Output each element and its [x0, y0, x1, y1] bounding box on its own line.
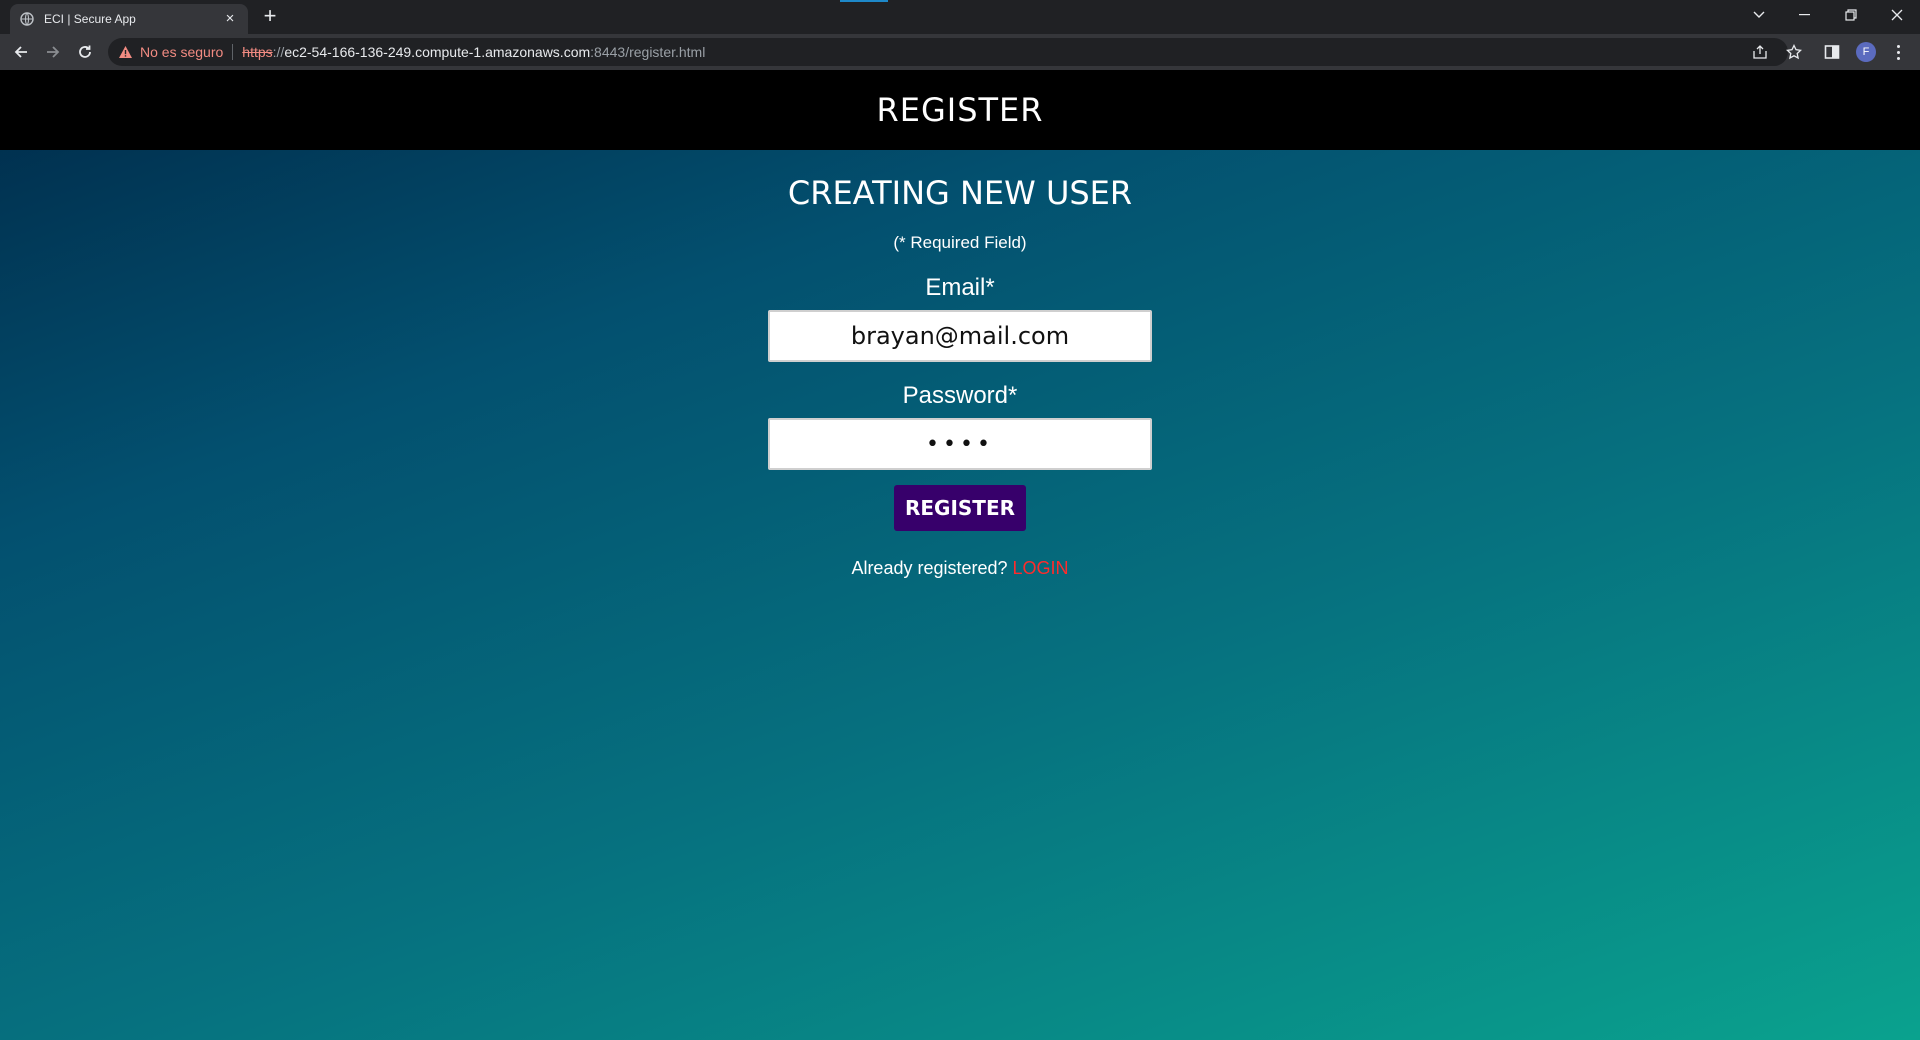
tab-strip-indicator [840, 0, 888, 2]
share-icon[interactable] [1752, 44, 1768, 60]
back-arrow-icon[interactable] [9, 40, 33, 64]
password-label: Password* [902, 382, 1018, 409]
password-field[interactable]: •••• [768, 418, 1152, 470]
side-panel-icon[interactable] [1822, 42, 1842, 62]
browser-menu-icon[interactable] [1890, 42, 1906, 62]
address-bar[interactable]: No es seguro https://ec2-54-166-136-249.… [108, 38, 1788, 66]
login-link[interactable]: LOGIN [1013, 558, 1069, 578]
browser-tab-bar: ECI | Secure App × + [0, 0, 1920, 34]
omnibox-divider [232, 44, 234, 60]
form-title: CREATING NEW USER [787, 174, 1133, 212]
tab-title: ECI | Secure App [44, 12, 136, 26]
security-warning-text: No es seguro [140, 44, 224, 60]
warning-triangle-icon [118, 45, 133, 59]
email-label: Email* [925, 274, 995, 301]
minimize-icon[interactable] [1782, 0, 1828, 30]
url-separator: :// [272, 44, 285, 60]
email-field[interactable]: brayan@mail.com [768, 310, 1152, 362]
tab-close-icon[interactable]: × [222, 11, 238, 27]
forward-arrow-icon[interactable] [41, 40, 65, 64]
close-window-icon[interactable] [1874, 0, 1920, 30]
url-scheme: https [242, 44, 273, 60]
already-registered-line: Already registered? LOGIN [0, 558, 1920, 579]
page-title: REGISTER [876, 91, 1044, 129]
browser-toolbar: No es seguro https://ec2-54-166-136-249.… [0, 34, 1920, 70]
star-icon[interactable] [1784, 42, 1804, 62]
page-header: REGISTER [0, 70, 1920, 150]
url-text: https://ec2-54-166-136-249.compute-1.ama… [242, 44, 705, 60]
reload-icon[interactable] [73, 40, 97, 64]
globe-icon [20, 12, 34, 26]
restore-icon[interactable] [1828, 0, 1874, 30]
url-path: :8443/register.html [590, 44, 706, 60]
browser-tab[interactable]: ECI | Secure App × [10, 4, 248, 34]
new-tab-button[interactable]: + [258, 5, 282, 29]
register-button[interactable]: REGISTER [894, 485, 1026, 531]
already-registered-text: Already registered? [851, 558, 1008, 578]
required-field-note: (* Required Field) [893, 233, 1027, 252]
url-host: ec2-54-166-136-249.compute-1.amazonaws.c… [284, 44, 591, 60]
tab-search-chevron-icon[interactable] [1736, 0, 1782, 30]
page-content: REGISTER CREATING NEW USER (* Required F… [0, 70, 1920, 1040]
not-secure-indicator[interactable]: No es seguro [118, 44, 223, 60]
profile-avatar[interactable]: F [1856, 42, 1876, 62]
